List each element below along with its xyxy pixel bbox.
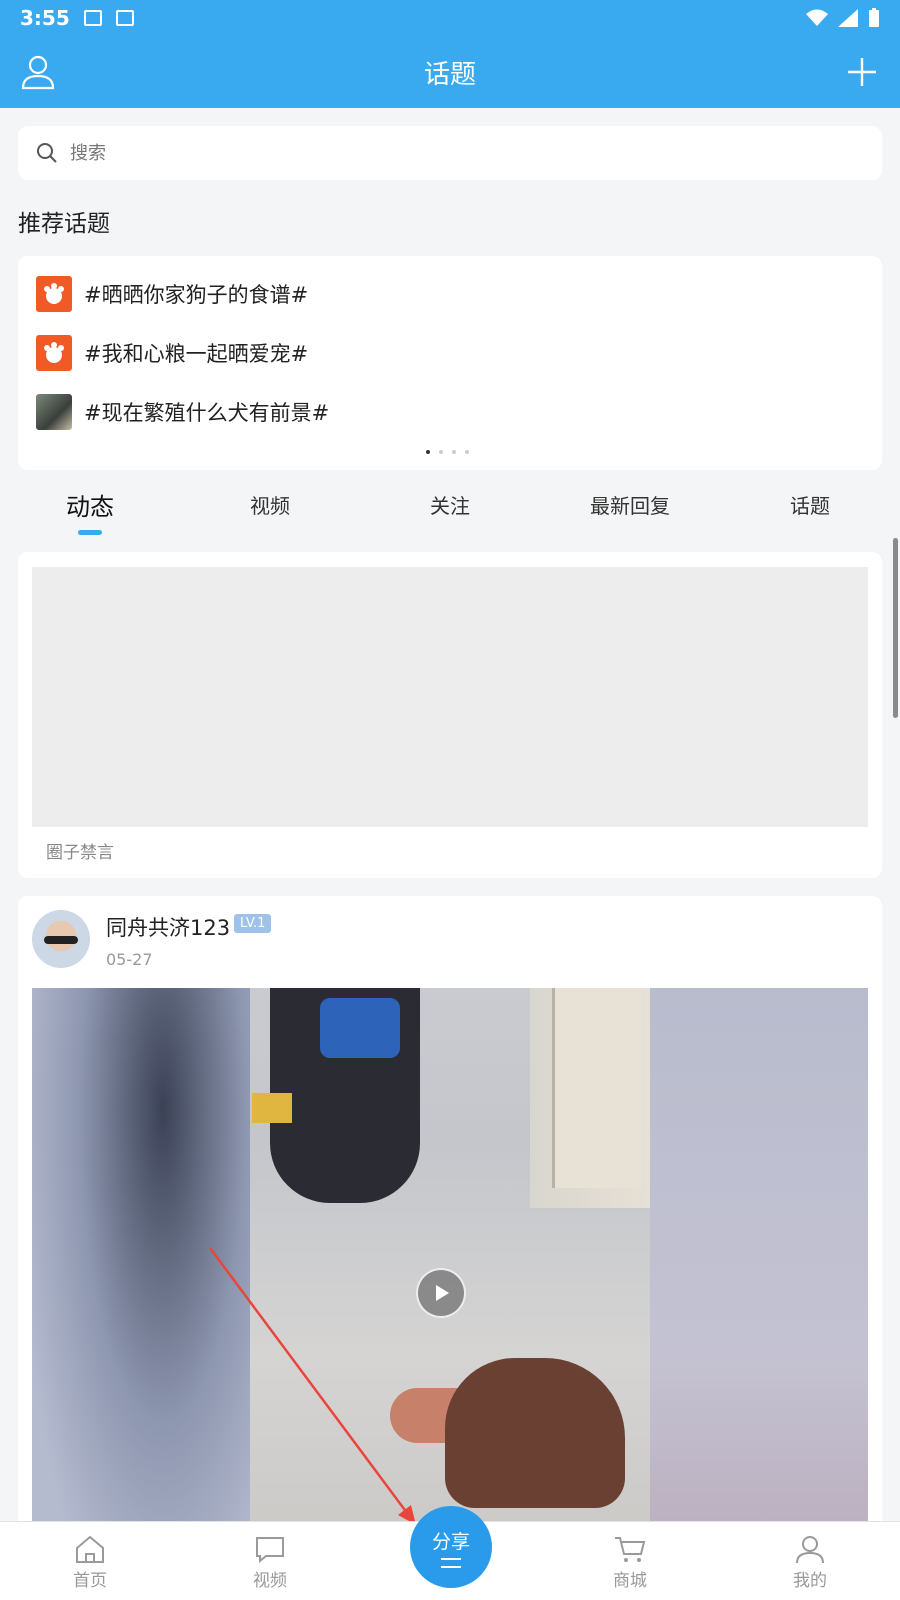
share-button[interactable]: 分享 bbox=[410, 1506, 492, 1588]
carousel-dot bbox=[465, 450, 469, 454]
nav-home-label: 首页 bbox=[73, 1571, 107, 1591]
nav-video-label: 视频 bbox=[253, 1571, 287, 1591]
battery-icon bbox=[869, 8, 879, 27]
nav-home[interactable]: 首页 bbox=[50, 1534, 130, 1591]
plus-icon[interactable] bbox=[842, 52, 882, 92]
carousel-dot bbox=[439, 450, 443, 454]
banner-image bbox=[32, 567, 868, 827]
cart-icon bbox=[615, 1537, 646, 1562]
banner-card[interactable]: 圈子禁言 bbox=[18, 552, 882, 878]
search-bar[interactable] bbox=[18, 126, 882, 180]
status-time: 3:55 bbox=[20, 6, 70, 30]
user-icon[interactable] bbox=[18, 52, 58, 92]
play-icon[interactable] bbox=[416, 1268, 466, 1318]
share-label: 分享 bbox=[431, 1530, 470, 1553]
carousel-dots bbox=[426, 450, 469, 454]
app-header: 话题 bbox=[0, 36, 900, 108]
banner-caption: 圈子禁言 bbox=[46, 843, 114, 863]
search-input[interactable] bbox=[70, 142, 830, 164]
feed-tabs: 动态 视频 关注 最新回复 话题 bbox=[0, 476, 900, 536]
nav-mall[interactable]: 商城 bbox=[590, 1534, 670, 1591]
post-date: 05-27 bbox=[106, 950, 153, 969]
video-blur-left bbox=[32, 988, 250, 1600]
topic-item[interactable]: #我和心粮一起晒爱宠# bbox=[36, 334, 308, 372]
topic-item[interactable]: #现在繁殖什么犬有前景# bbox=[36, 393, 329, 431]
topic-item[interactable]: #晒晒你家狗子的食谱# bbox=[36, 275, 308, 313]
tab-latest-reply[interactable]: 最新回复 bbox=[560, 476, 700, 532]
video-icon bbox=[256, 1537, 284, 1564]
topic-label: #晒晒你家狗子的食谱# bbox=[84, 283, 309, 307]
tab-video[interactable]: 视频 bbox=[200, 476, 340, 532]
tab-topics[interactable]: 话题 bbox=[740, 476, 880, 532]
carousel-dot bbox=[426, 450, 430, 454]
topic-label: #我和心粮一起晒爱宠# bbox=[84, 342, 309, 366]
topic-label: #现在繁殖什么犬有前景# bbox=[84, 401, 330, 425]
active-tab-indicator bbox=[78, 530, 102, 535]
post-username[interactable]: 同舟共济123 bbox=[106, 912, 230, 942]
carousel-dot bbox=[452, 450, 456, 454]
nav-me-label: 我的 bbox=[793, 1571, 827, 1591]
nav-video[interactable]: 视频 bbox=[230, 1534, 310, 1591]
nav-mall-label: 商城 bbox=[613, 1571, 647, 1591]
tab-follow[interactable]: 关注 bbox=[380, 476, 520, 532]
post-card[interactable]: 同舟共济123 LV.1 05-27 bbox=[18, 896, 882, 1600]
signal-icon bbox=[838, 9, 858, 27]
search-icon bbox=[37, 143, 57, 163]
scrollbar[interactable] bbox=[893, 538, 898, 718]
gallery-icon bbox=[83, 10, 102, 26]
level-badge: LV.1 bbox=[234, 914, 272, 933]
tab-dynamic[interactable]: 动态 bbox=[20, 476, 160, 532]
recommended-topics-card: #晒晒你家狗子的食谱# #我和心粮一起晒爱宠# #现在繁殖什么犬有前景# bbox=[18, 256, 882, 470]
avatar[interactable] bbox=[32, 910, 90, 968]
brand-logo-icon bbox=[36, 335, 72, 371]
wifi-icon bbox=[806, 9, 828, 26]
page-title: 话题 bbox=[423, 59, 476, 90]
brand-logo-icon bbox=[36, 276, 72, 312]
nav-me[interactable]: 我的 bbox=[770, 1534, 850, 1591]
menu-lines-icon bbox=[441, 1557, 461, 1568]
video-blur-right bbox=[650, 988, 868, 1600]
profile-icon bbox=[796, 1536, 824, 1564]
topic-photo-thumb bbox=[36, 394, 72, 430]
status-bar: 3:55 bbox=[0, 0, 900, 36]
a-icon bbox=[115, 10, 134, 26]
recommended-title: 推荐话题 bbox=[18, 211, 110, 237]
home-icon bbox=[76, 1535, 104, 1563]
